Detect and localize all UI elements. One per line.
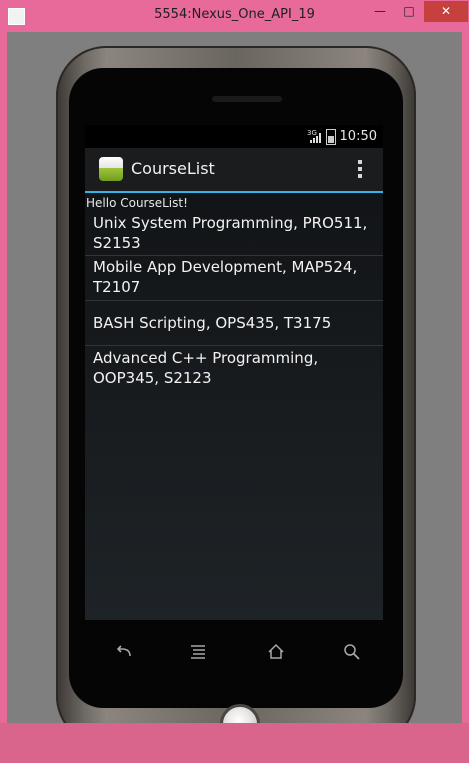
course-item-line1: BASH Scripting, OPS435, T3175 (93, 314, 332, 332)
maximize-button[interactable]: □ (396, 1, 422, 22)
overflow-menu-icon[interactable] (357, 160, 363, 180)
earpiece-speaker (212, 96, 282, 102)
course-item-line2: OOP345, S2123 (93, 369, 212, 387)
course-item-line1: Advanced C++ Programming, (93, 349, 319, 367)
home-icon[interactable] (261, 637, 291, 667)
search-icon[interactable] (337, 637, 367, 667)
close-button[interactable]: ✕ (424, 1, 468, 22)
course-item-line2: S2153 (93, 234, 141, 252)
course-item-mobile[interactable]: Mobile App Development, MAP524, T2107 (85, 256, 383, 300)
course-item-unix[interactable]: Unix System Programming, PRO511, S2153 (85, 211, 383, 255)
device-screen: 3G 10:50 CourseList Hello CourseList! Un… (85, 125, 383, 620)
app-title: CourseList (131, 159, 215, 178)
back-icon[interactable] (109, 637, 139, 667)
course-item-line2: T2107 (93, 278, 141, 296)
nav-bar (85, 629, 383, 687)
status-time: 10:50 (339, 129, 377, 144)
menu-icon[interactable] (183, 637, 213, 667)
course-item-bash[interactable]: BASH Scripting, OPS435, T3175 (85, 301, 383, 345)
android-app-icon[interactable] (99, 157, 123, 181)
window-bottom-strip (0, 723, 469, 763)
minimize-button[interactable]: — (367, 1, 393, 22)
course-item-line1: Unix System Programming, PRO511, (93, 214, 368, 232)
action-bar: CourseList (85, 148, 383, 193)
emulator-client-area: 3G 10:50 CourseList Hello CourseList! Un… (7, 32, 462, 723)
network-type-label: 3G (307, 129, 317, 137)
phone-body: 3G 10:50 CourseList Hello CourseList! Un… (56, 46, 416, 723)
hello-text: Hello CourseList! (86, 196, 188, 210)
status-bar: 3G 10:50 (85, 125, 383, 148)
course-item-cpp[interactable]: Advanced C++ Programming, OOP345, S2123 (85, 346, 383, 390)
signal-icon: 3G (307, 129, 321, 143)
window-titlebar: 5554:Nexus_One_API_19 — □ ✕ (0, 0, 469, 32)
course-item-line1: Mobile App Development, MAP524, (93, 258, 358, 276)
battery-icon (326, 129, 336, 145)
